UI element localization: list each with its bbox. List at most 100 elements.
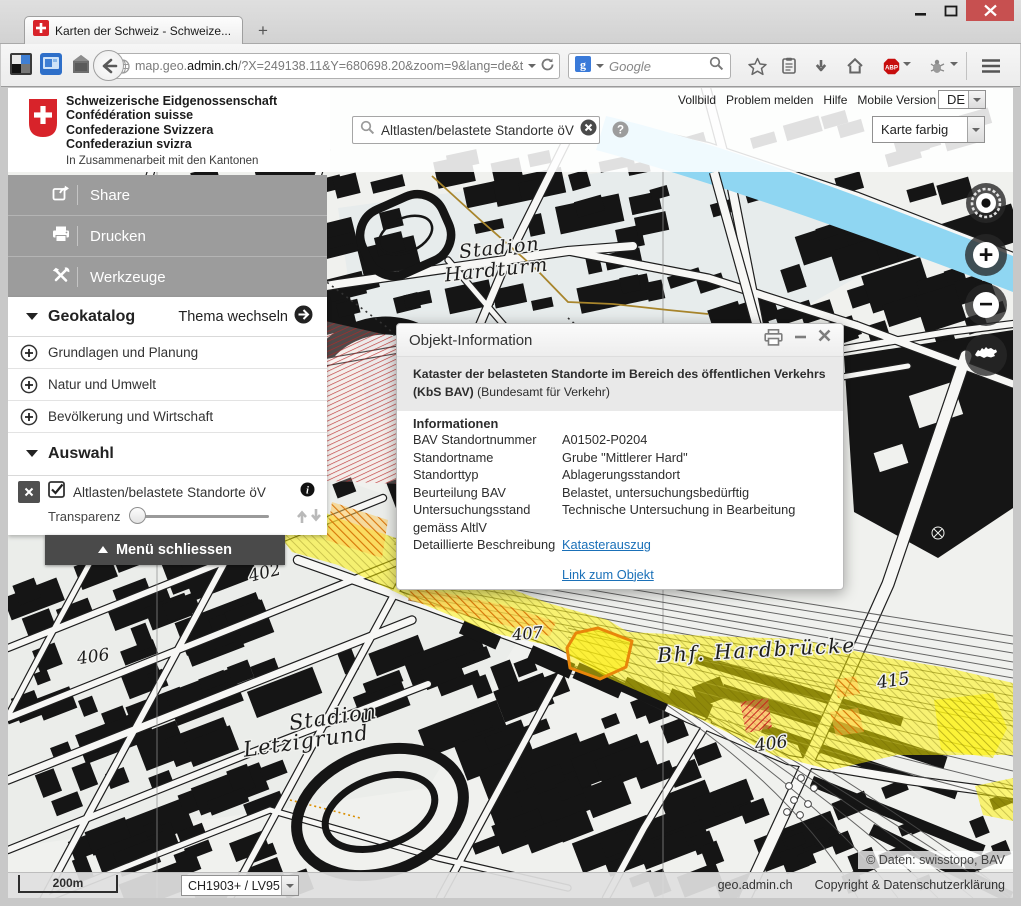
info-label: Detaillierte Beschreibung bbox=[413, 536, 562, 554]
menu-close-label: Menü schliessen bbox=[116, 542, 232, 558]
menu-hamburger-icon[interactable] bbox=[978, 53, 1004, 79]
dialog-print-button[interactable] bbox=[764, 329, 783, 351]
dialog-section-title: Informationen bbox=[413, 416, 827, 431]
url-domain: admin.ch bbox=[187, 59, 238, 73]
copyright-link[interactable]: Copyright & Datenschutzerklärung bbox=[815, 878, 1005, 892]
info-label: Standortname bbox=[413, 449, 562, 467]
layer-info-button[interactable]: i bbox=[300, 482, 315, 502]
tab-title: Karten der Schweiz - Schweize... bbox=[55, 24, 231, 38]
auswahl-header[interactable]: Auswahl bbox=[8, 433, 327, 475]
info-value: Technische Untersuchung in Bearbeitung bbox=[562, 501, 827, 536]
thema-wechseln-link[interactable]: Thema wechseln bbox=[178, 305, 313, 328]
collapse-triangle-icon bbox=[26, 313, 38, 326]
link-mobile-version[interactable]: Mobile Version bbox=[857, 93, 936, 107]
layer-reorder-buttons[interactable] bbox=[295, 508, 325, 524]
pinned-tab-3[interactable] bbox=[70, 53, 95, 78]
dialog-subtitle-bold: Kataster der belasteten Standorte im Ber… bbox=[413, 367, 825, 381]
info-row: Standortname Grube "Mittlerer Hard" bbox=[413, 449, 827, 467]
zoom-in-button[interactable]: + bbox=[965, 234, 1007, 276]
geoadmin-link[interactable]: geo.admin.ch bbox=[718, 878, 793, 892]
url-path: /?X=249138.11&Y=680698.20&zoom=9&lang=de… bbox=[238, 59, 523, 73]
projection-value: CH1903+ / LV95 bbox=[182, 879, 281, 893]
search-placeholder: Google bbox=[609, 59, 704, 74]
tools-button[interactable]: Werkzeuge bbox=[8, 257, 327, 298]
map-attribution[interactable]: © Daten: swisstopo, BAV bbox=[858, 851, 1013, 869]
language-select[interactable]: DE bbox=[938, 90, 986, 109]
catalog-item-natur[interactable]: Natur und Umwelt bbox=[8, 369, 327, 401]
katasterauszug-link[interactable]: Katasterauszug bbox=[562, 537, 651, 552]
layer-search-input[interactable]: Altlasten/belastete Standorte öV bbox=[352, 116, 600, 144]
dialog-close-button[interactable] bbox=[818, 329, 831, 351]
object-link[interactable]: Link zum Objekt bbox=[562, 567, 654, 582]
projection-select[interactable]: CH1903+ / LV95 bbox=[181, 875, 299, 896]
geokatalog-header[interactable]: Geokatalog Thema wechseln bbox=[8, 297, 327, 336]
pinned-tab-2[interactable] bbox=[40, 53, 65, 78]
extension-icon[interactable] bbox=[924, 53, 950, 79]
print-button[interactable]: Drucken bbox=[8, 216, 327, 257]
swiss-coat-of-arms-icon bbox=[28, 98, 58, 143]
catalog-item-label: Bevölkerung und Wirtschaft bbox=[48, 409, 213, 424]
reload-icon[interactable] bbox=[540, 57, 555, 75]
link-problem-melden[interactable]: Problem melden bbox=[726, 93, 813, 107]
svg-text:g: g bbox=[580, 57, 586, 71]
tools-icon bbox=[49, 267, 73, 287]
chevron-down-icon bbox=[967, 117, 984, 142]
back-button[interactable] bbox=[93, 50, 124, 81]
window-minimize-button[interactable] bbox=[906, 0, 936, 21]
thema-wechseln-label: Thema wechseln bbox=[178, 309, 288, 325]
adblock-dropdown-icon[interactable] bbox=[903, 66, 911, 84]
home-icon[interactable] bbox=[842, 53, 868, 79]
info-label: Beurteilung BAV bbox=[413, 484, 562, 502]
pinned-tab-1[interactable] bbox=[10, 53, 35, 78]
geolocate-button[interactable] bbox=[965, 182, 1007, 229]
map-style-value: Karte farbig bbox=[873, 122, 967, 137]
dialog-minimize-button[interactable] bbox=[794, 329, 807, 351]
dialog-header[interactable]: Objekt-Information bbox=[397, 324, 843, 357]
remove-layer-button[interactable] bbox=[18, 481, 40, 503]
menu-close-button[interactable]: Menü schliessen bbox=[45, 535, 285, 565]
language-value: DE bbox=[939, 92, 968, 107]
new-tab-button[interactable]: + bbox=[250, 20, 276, 42]
catalog-item-grundlagen[interactable]: Grundlagen und Planung bbox=[8, 337, 327, 369]
url-text: map.geo.admin.ch/?X=249138.11&Y=680698.2… bbox=[135, 59, 523, 73]
bookmarks-panel-icon[interactable] bbox=[776, 53, 802, 79]
url-dropdown-icon[interactable] bbox=[528, 64, 536, 72]
google-search-engine-icon: g bbox=[575, 56, 591, 77]
info-row: Beurteilung BAV Belastet, untersuchungsb… bbox=[413, 484, 827, 502]
layer-checkbox[interactable] bbox=[48, 481, 65, 503]
slider-knob[interactable] bbox=[129, 507, 146, 524]
sidebar-menu: Share Drucken Werkzeuge bbox=[8, 175, 327, 298]
browser-tab[interactable]: Karten der Schweiz - Schweize... bbox=[24, 16, 243, 44]
adblock-plus-icon[interactable]: ABP bbox=[878, 53, 904, 79]
bookmark-star-icon[interactable] bbox=[744, 53, 770, 79]
info-value: Belastet, untersuchungsbedürftig bbox=[562, 484, 827, 502]
window-close-button[interactable] bbox=[966, 0, 1014, 21]
search-engine-dropdown-icon[interactable] bbox=[596, 64, 604, 72]
share-button[interactable]: Share bbox=[8, 175, 327, 216]
auswahl-title: Auswahl bbox=[48, 445, 313, 463]
catalog-item-bevoelkerung[interactable]: Bevölkerung und Wirtschaft bbox=[8, 401, 327, 433]
zoom-out-button[interactable]: − bbox=[965, 284, 1007, 326]
downloads-icon[interactable] bbox=[808, 53, 834, 79]
info-row: Untersuchungsstand gemäss AltlV Technisc… bbox=[413, 501, 827, 536]
clear-search-button[interactable] bbox=[580, 119, 597, 141]
url-bar[interactable]: map.geo.admin.ch/?X=249138.11&Y=680698.2… bbox=[108, 53, 560, 79]
logo-line: Confederaziun svizra bbox=[66, 137, 277, 151]
layer-row: Altlasten/belastete Standorte öV i bbox=[8, 476, 327, 504]
browser-search-box[interactable]: g Google bbox=[568, 53, 731, 79]
extension-dropdown-icon[interactable] bbox=[950, 66, 958, 84]
info-value: Grube "Mittlerer Hard" bbox=[562, 449, 827, 467]
arrow-right-circle-icon bbox=[294, 305, 313, 328]
info-row: Link zum Objekt bbox=[413, 566, 827, 584]
switzerland-extent-button[interactable] bbox=[965, 334, 1007, 376]
link-hilfe[interactable]: Hilfe bbox=[823, 93, 847, 107]
search-go-icon[interactable] bbox=[709, 56, 724, 76]
dialog-subtitle-normal: (Bundesamt für Verkehr) bbox=[477, 385, 610, 399]
transparency-row: Transparenz bbox=[8, 504, 327, 533]
help-button[interactable]: ? bbox=[612, 121, 629, 143]
link-vollbild[interactable]: Vollbild bbox=[678, 93, 716, 107]
map-style-select[interactable]: Karte farbig bbox=[872, 116, 985, 143]
window-maximize-button[interactable] bbox=[936, 0, 966, 21]
scale-label: 200m bbox=[20, 876, 116, 890]
transparency-slider[interactable] bbox=[131, 515, 269, 518]
